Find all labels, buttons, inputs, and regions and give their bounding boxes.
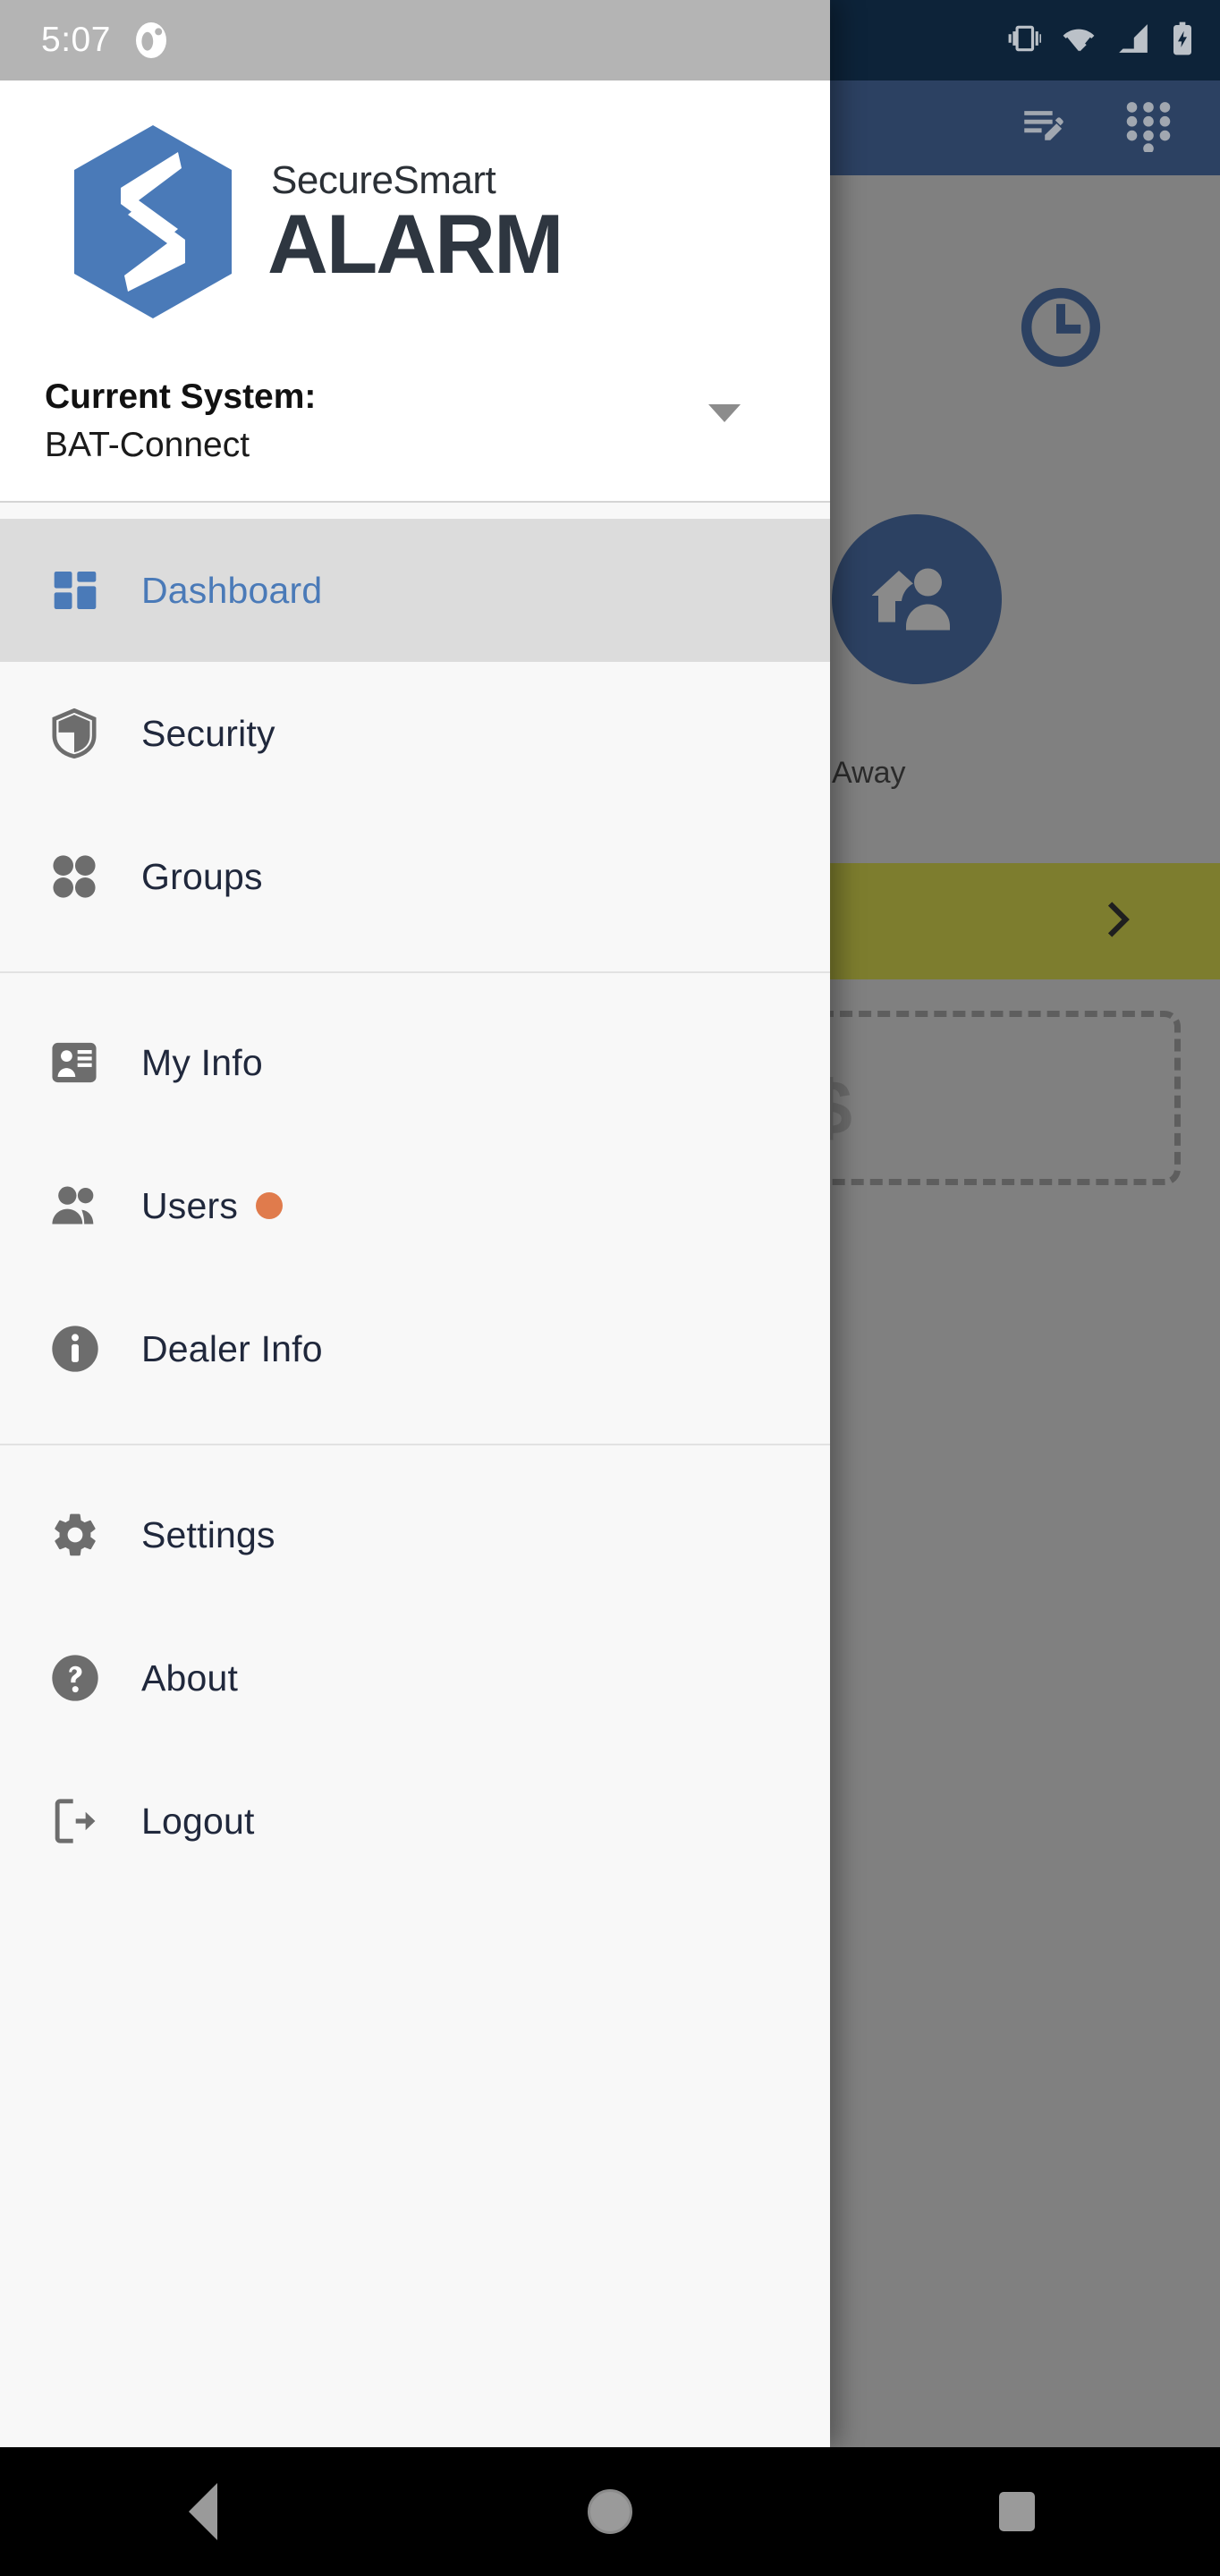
sidebar-item-groups[interactable]: Groups <box>0 805 830 948</box>
current-system-value: BAT-Connect <box>45 426 250 464</box>
sidebar-item-dashboard-labelwrap: Dashboard <box>141 570 322 612</box>
sidebar-item-groups-labelwrap: Groups <box>141 856 263 898</box>
sidebar-item-label: About <box>141 1657 239 1699</box>
nav-recents-button[interactable] <box>928 2447 1106 2576</box>
sidebar-item-users[interactable]: Users <box>0 1134 830 1277</box>
phone-screen: Away $ 5:07 SecureSmart ALARM Current Sy… <box>0 0 1220 2576</box>
menu-divider <box>0 1444 830 1445</box>
drawer-menu: Dashboard Security Groups My Info Users … <box>0 503 830 2447</box>
sidebar-item-about-labelwrap: About <box>141 1657 238 1699</box>
brand-name-bottom: ALARM <box>267 197 563 291</box>
home-circle-icon <box>587 2489 632 2534</box>
keypad-dots-icon[interactable] <box>1123 100 1173 157</box>
chevron-down-icon[interactable] <box>708 404 741 422</box>
away-mode-button[interactable] <box>832 514 1002 684</box>
securesmart-hex-s-logo <box>67 122 239 326</box>
sidebar-item-label: My Info <box>141 1041 263 1083</box>
nav-home-button[interactable] <box>521 2447 699 2576</box>
battery-charging-icon <box>1170 21 1195 61</box>
menu-group-account: My Info Users Dealer Info <box>0 991 830 1420</box>
sidebar-item-users-labelwrap: Users <box>141 1184 284 1227</box>
dashboard-grid-icon <box>43 565 141 615</box>
back-triangle-icon <box>189 2483 218 2540</box>
current-system-label: Current System: <box>45 377 317 416</box>
sidebar-item-dashboard[interactable]: Dashboard <box>0 519 830 662</box>
background-dashed-placeholder <box>805 1011 1181 1185</box>
sidebar-item-about[interactable]: About <box>0 1606 830 1750</box>
sidebar-item-my-info[interactable]: My Info <box>0 991 830 1134</box>
sidebar-item-security[interactable]: Security <box>0 662 830 805</box>
sidebar-item-security-labelwrap: Security <box>141 713 275 755</box>
drawer-brand-header: SecureSmart ALARM <box>0 80 830 367</box>
android-navigation-bar <box>0 2447 1220 2576</box>
sidebar-item-label: Users <box>141 1184 239 1226</box>
menu-group-system: Settings About Logout <box>0 1463 830 1893</box>
menu-group-primary: Dashboard Security Groups <box>0 519 830 948</box>
clock-icon <box>1020 286 1102 373</box>
wifi-icon <box>1061 21 1097 60</box>
info-circle-icon <box>43 1324 141 1374</box>
app-notification-icon <box>135 22 166 58</box>
sidebar-item-settings[interactable]: Settings <box>0 1463 830 1606</box>
vibrate-icon <box>1007 21 1043 60</box>
logout-exit-icon <box>43 1796 141 1846</box>
contact-card-icon <box>43 1038 141 1087</box>
people-icon <box>43 1182 141 1229</box>
sidebar-item-label: Settings <box>141 1513 275 1555</box>
sidebar-item-logout-labelwrap: Logout <box>141 1801 255 1843</box>
edit-list-icon[interactable] <box>1018 100 1070 157</box>
sidebar-item-dealer-info-labelwrap: Dealer Info <box>141 1328 323 1370</box>
status-badge <box>256 1192 284 1219</box>
status-bar-clock: 5:07 <box>41 21 111 59</box>
chevron-right-icon <box>1097 899 1138 945</box>
navigation-drawer: 5:07 SecureSmart ALARM Current System: B… <box>0 0 830 2447</box>
sidebar-item-my-info-labelwrap: My Info <box>141 1042 263 1084</box>
current-system-selector[interactable]: Current System: BAT-Connect <box>0 367 830 503</box>
sidebar-item-label: Dealer Info <box>141 1327 323 1369</box>
gear-icon <box>43 1510 141 1560</box>
recents-square-icon <box>998 2492 1035 2531</box>
sidebar-item-label: Dashboard <box>141 569 323 611</box>
cellular-signal-icon <box>1116 21 1150 60</box>
menu-divider <box>0 971 830 973</box>
shield-icon <box>43 708 141 758</box>
sidebar-item-logout[interactable]: Logout <box>0 1750 830 1893</box>
groups-dots-icon <box>43 852 141 901</box>
brand-name-top: SecureSmart <box>271 158 496 202</box>
question-circle-icon <box>43 1653 141 1703</box>
sidebar-item-settings-labelwrap: Settings <box>141 1514 275 1556</box>
sidebar-item-dealer-info[interactable]: Dealer Info <box>0 1277 830 1420</box>
current-system-texts: Current System: BAT-Connect <box>45 377 316 465</box>
sidebar-item-label: Groups <box>141 855 263 897</box>
sidebar-item-label: Security <box>141 712 275 754</box>
status-bar-left: 5:07 <box>0 0 830 80</box>
brand-wordmark: SecureSmart ALARM <box>267 158 563 291</box>
house-person-away-icon <box>863 544 970 656</box>
sidebar-item-label: Logout <box>141 1800 255 1842</box>
nav-back-button[interactable] <box>114 2447 292 2576</box>
background-alert-banner[interactable] <box>787 863 1220 979</box>
away-mode-label: Away <box>832 756 906 790</box>
